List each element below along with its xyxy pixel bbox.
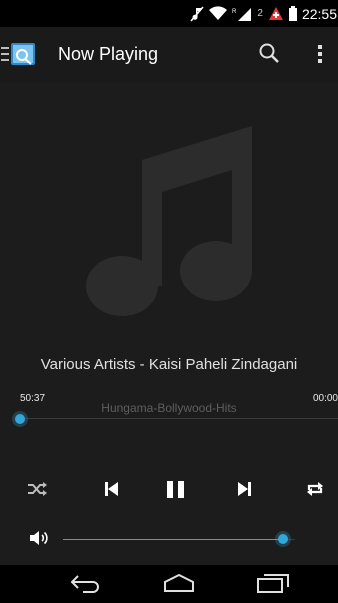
pause-icon[interactable] <box>167 481 185 498</box>
player-panel: Various Artists - Kaisi Paheli Zindagani… <box>0 83 338 565</box>
time-total: 00:00 <box>312 393 338 404</box>
signal-icon: R <box>232 8 252 21</box>
seek-thumb[interactable] <box>15 414 25 424</box>
track-title: Various Artists - Kaisi Paheli Zindagani <box>40 356 298 373</box>
battery-icon <box>288 6 297 21</box>
home-icon[interactable] <box>162 574 196 592</box>
search-icon[interactable] <box>258 42 280 64</box>
album-name: Hungama-Bollywood-Hits <box>101 401 237 415</box>
status-bar: R 2 22:55 <box>0 0 338 27</box>
volume-icon[interactable] <box>30 529 50 547</box>
app-logo-icon[interactable] <box>11 43 35 65</box>
status-icons: R 2 22:55 <box>190 0 338 27</box>
time-elapsed: 50:37 <box>20 393 46 404</box>
overflow-menu-icon[interactable] <box>317 43 323 65</box>
notification-count: 2 <box>257 8 263 19</box>
repeat-icon[interactable] <box>306 481 324 497</box>
svg-text:R: R <box>232 9 237 15</box>
page-title: Now Playing <box>58 44 159 64</box>
action-bar: Now Playing <box>0 27 338 83</box>
next-icon[interactable] <box>237 481 251 497</box>
music-note-icon <box>86 126 252 316</box>
alert-icon <box>268 7 283 20</box>
drawer-icon[interactable] <box>1 44 9 64</box>
moon-icon <box>10 5 17 19</box>
previous-icon[interactable] <box>105 481 119 497</box>
seek-bar[interactable] <box>20 418 338 419</box>
volume-fill <box>63 539 284 540</box>
wifi-icon <box>209 6 228 21</box>
mute-icon <box>190 5 204 22</box>
volume-slider[interactable] <box>63 539 295 540</box>
shuffle-icon[interactable] <box>28 481 48 497</box>
navigation-bar <box>0 565 338 603</box>
recents-icon[interactable] <box>256 573 290 593</box>
volume-thumb[interactable] <box>278 534 289 544</box>
back-icon[interactable] <box>69 573 101 593</box>
status-time: 22:55 <box>301 5 337 22</box>
